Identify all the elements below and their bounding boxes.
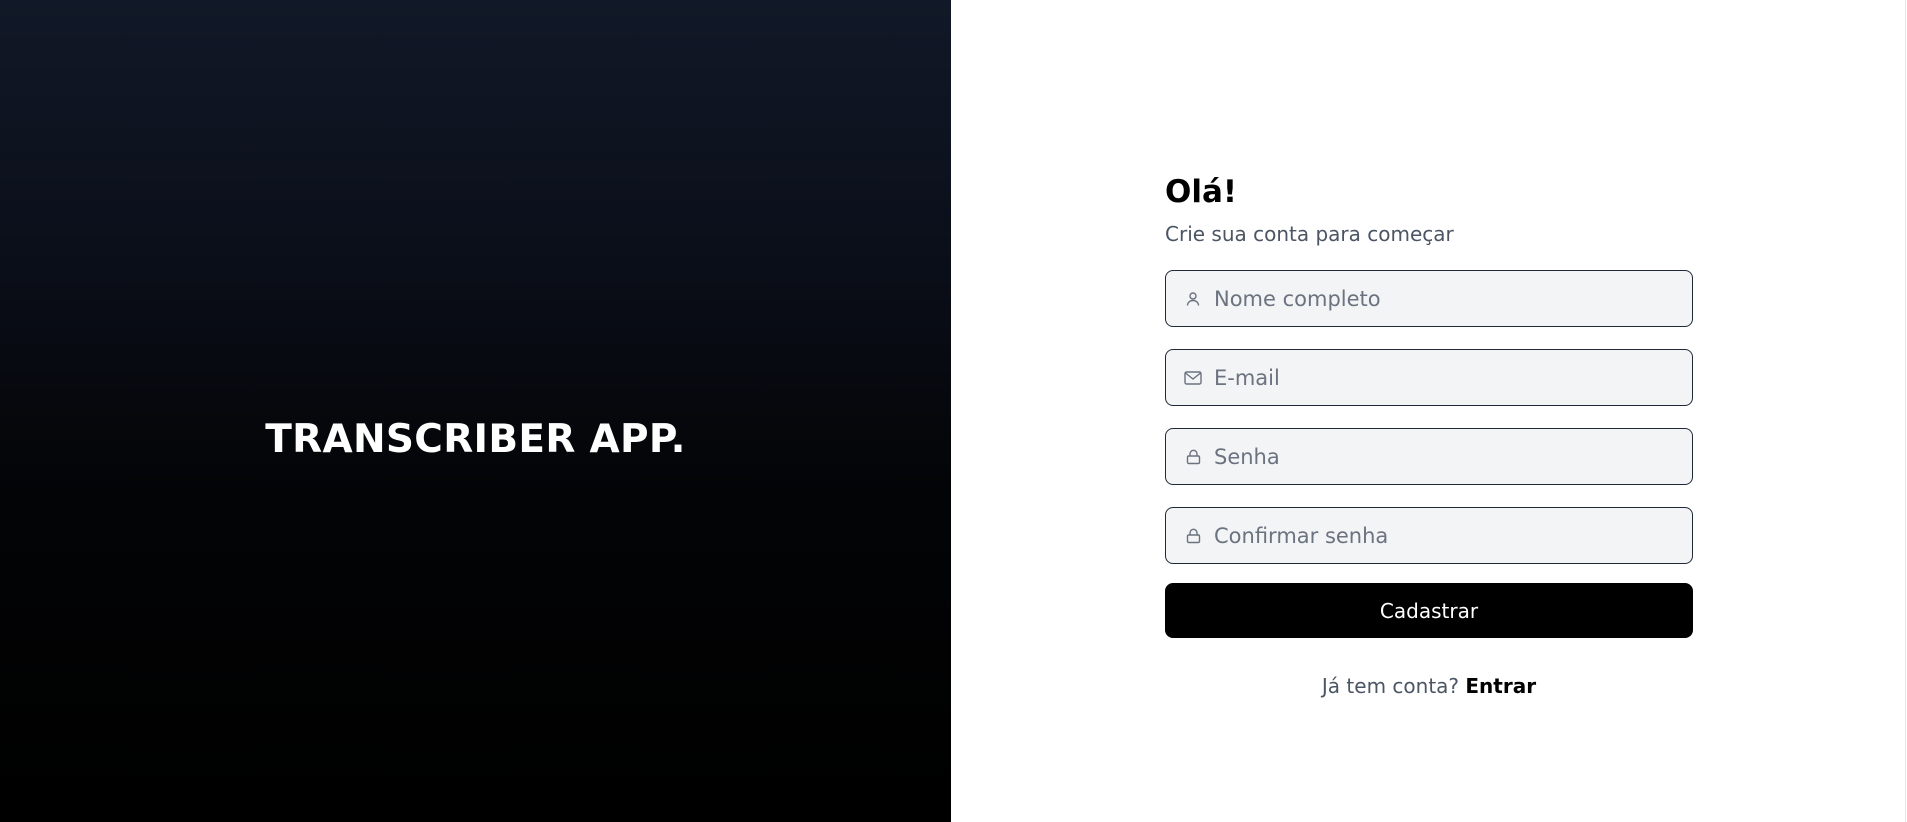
email-field[interactable]	[1165, 349, 1693, 406]
mail-icon	[1184, 369, 1202, 387]
login-link[interactable]: Entrar	[1465, 674, 1536, 698]
password-field[interactable]	[1165, 428, 1693, 485]
confirm-password-field[interactable]	[1165, 507, 1693, 564]
greeting-heading: Olá!	[1165, 174, 1238, 210]
login-prompt-row: Já tem conta? Entrar	[1165, 674, 1693, 698]
panel-divider	[1905, 0, 1906, 822]
login-prompt-text: Já tem conta?	[1321, 674, 1460, 698]
brand-panel: TRANSCRIBER APP.	[0, 0, 951, 822]
brand-title: TRANSCRIBER APP.	[265, 416, 686, 462]
password-input[interactable]	[1214, 429, 1692, 484]
name-field[interactable]	[1165, 270, 1693, 327]
fields-group	[1165, 270, 1693, 564]
lock-icon	[1184, 448, 1202, 466]
signup-subtitle: Crie sua conta para começar	[1165, 222, 1454, 246]
confirm-password-input[interactable]	[1214, 508, 1692, 563]
signup-panel: Olá! Crie sua conta para começar Nome co…	[951, 0, 1906, 822]
name-input[interactable]	[1214, 271, 1692, 326]
user-icon	[1184, 290, 1202, 308]
signup-form: Olá! Crie sua conta para começar Nome co…	[1165, 170, 1693, 698]
email-input[interactable]	[1214, 350, 1692, 405]
lock-icon	[1184, 527, 1202, 545]
signup-button[interactable]: Cadastrar	[1165, 583, 1693, 638]
signup-page: TRANSCRIBER APP. Olá! Crie sua conta par…	[0, 0, 1907, 822]
